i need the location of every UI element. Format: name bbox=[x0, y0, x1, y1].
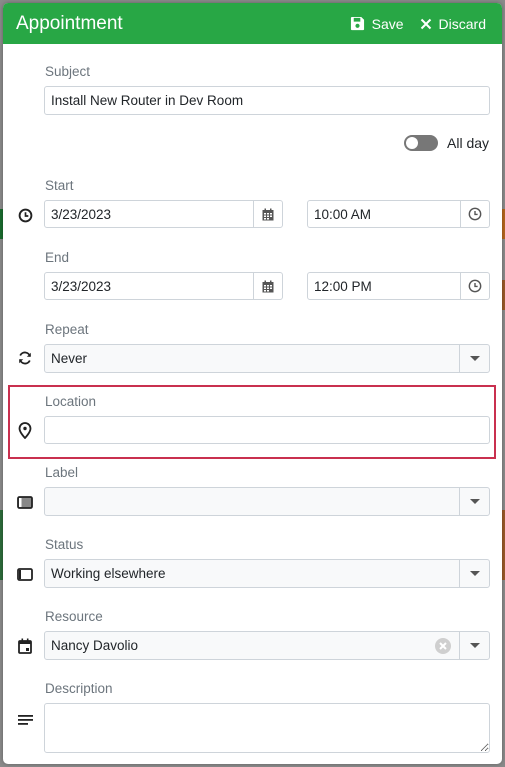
end-label: End bbox=[45, 250, 70, 265]
discard-label: Discard bbox=[438, 15, 486, 32]
calendar-icon[interactable] bbox=[253, 201, 282, 227]
repeat-dropdown[interactable]: Never bbox=[44, 344, 490, 373]
close-icon bbox=[420, 18, 432, 30]
sync-icon bbox=[16, 349, 34, 367]
start-date-picker[interactable]: 3/23/2023 bbox=[44, 200, 283, 228]
subject-value: Install New Router in Dev Room bbox=[51, 93, 244, 108]
chevron-down-icon[interactable] bbox=[459, 632, 489, 659]
chevron-down-icon[interactable] bbox=[459, 345, 489, 372]
dialog-header: Appointment Save Discard bbox=[3, 3, 502, 44]
end-date-value: 3/23/2023 bbox=[51, 278, 112, 294]
clock-icon[interactable] bbox=[460, 201, 489, 227]
save-button[interactable]: Save bbox=[350, 16, 404, 32]
clear-icon[interactable] bbox=[435, 637, 451, 654]
all-day-label: All day bbox=[447, 135, 490, 151]
status-label: Status bbox=[45, 537, 84, 552]
label-field-label: Label bbox=[45, 465, 79, 480]
repeat-label: Repeat bbox=[45, 322, 89, 337]
save-label: Save bbox=[371, 15, 404, 32]
location-label: Location bbox=[45, 394, 97, 409]
toggle-knob bbox=[406, 137, 418, 149]
resource-value: Nancy Davolio bbox=[51, 638, 139, 653]
resource-label: Resource bbox=[45, 609, 103, 624]
calendar-icon[interactable] bbox=[253, 273, 282, 299]
start-date-value: 3/23/2023 bbox=[51, 206, 112, 222]
start-time-picker[interactable]: 10:00 AM bbox=[307, 200, 490, 228]
chevron-down-icon[interactable] bbox=[459, 488, 489, 515]
description-label: Description bbox=[45, 681, 113, 696]
label-dropdown[interactable] bbox=[44, 487, 490, 516]
resource-dropdown[interactable]: Nancy Davolio bbox=[44, 631, 490, 660]
status-value: Working elsewhere bbox=[51, 566, 166, 581]
calendar-event-icon bbox=[16, 637, 34, 655]
map-pin-icon bbox=[16, 421, 34, 439]
text-align-icon bbox=[16, 711, 34, 729]
appointment-dialog: Appointment Save Discard Subject Install… bbox=[3, 3, 502, 764]
end-date-picker[interactable]: 3/23/2023 bbox=[44, 272, 283, 300]
discard-button[interactable]: Discard bbox=[420, 16, 486, 32]
status-icon bbox=[16, 565, 34, 583]
clock-icon bbox=[16, 206, 34, 224]
all-day-toggle[interactable] bbox=[404, 135, 438, 151]
label-icon bbox=[16, 493, 34, 511]
start-label: Start bbox=[45, 178, 74, 193]
chevron-down-icon[interactable] bbox=[459, 560, 489, 587]
start-time-value: 10:00 AM bbox=[314, 206, 372, 222]
end-time-picker[interactable]: 12:00 PM bbox=[307, 272, 490, 300]
status-dropdown[interactable]: Working elsewhere bbox=[44, 559, 490, 588]
location-input[interactable] bbox=[44, 416, 490, 444]
save-icon bbox=[350, 16, 365, 31]
subject-input[interactable]: Install New Router in Dev Room bbox=[44, 86, 490, 115]
clock-icon[interactable] bbox=[460, 273, 489, 299]
repeat-value: Never bbox=[51, 351, 88, 366]
description-textarea[interactable] bbox=[44, 703, 490, 753]
subject-label: Subject bbox=[45, 64, 91, 79]
end-time-value: 12:00 PM bbox=[314, 278, 372, 294]
dialog-title: Appointment bbox=[16, 12, 123, 34]
